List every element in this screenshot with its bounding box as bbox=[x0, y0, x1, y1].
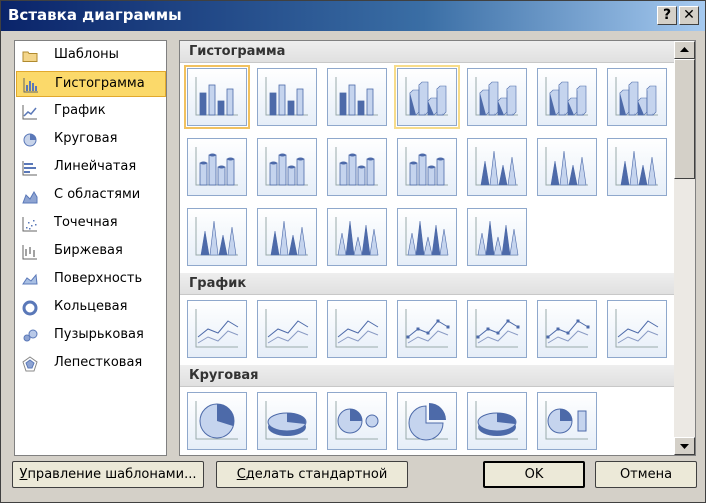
category-item-1[interactable]: Гистограмма bbox=[16, 71, 166, 97]
chart-subtype-thumbnail[interactable] bbox=[467, 300, 527, 358]
title-bar[interactable]: Вставка диаграммы ? ✕ bbox=[1, 1, 705, 31]
chart-subtype-gallery: Гистограмма График Круговая bbox=[179, 40, 696, 456]
category-label: Поверхность bbox=[54, 271, 143, 286]
help-button[interactable]: ? bbox=[657, 6, 677, 25]
category-item-10[interactable]: Пузырьковая bbox=[16, 323, 166, 349]
chart-subtype-thumbnail[interactable] bbox=[397, 138, 457, 196]
chart-subtype-thumbnail[interactable] bbox=[537, 300, 597, 358]
doughnut-chart-icon bbox=[22, 300, 38, 316]
category-label: График bbox=[54, 103, 106, 118]
section-title: График bbox=[189, 276, 247, 291]
surface-chart-icon bbox=[22, 272, 38, 288]
scatter-chart-icon bbox=[22, 216, 38, 232]
category-item-7[interactable]: Биржевая bbox=[16, 239, 166, 265]
chart-subtype-thumbnail[interactable] bbox=[187, 392, 247, 450]
bubble-chart-icon bbox=[22, 328, 38, 344]
category-item-4[interactable]: Линейчатая bbox=[16, 155, 166, 181]
category-label: Точечная bbox=[54, 215, 118, 230]
category-item-0[interactable]: Шаблоны bbox=[16, 43, 166, 69]
chart-subtype-thumbnail[interactable] bbox=[467, 68, 527, 126]
chart-subtype-thumbnail[interactable] bbox=[607, 68, 667, 126]
chart-subtype-thumbnail[interactable] bbox=[394, 65, 460, 129]
section-header: График bbox=[180, 273, 674, 295]
chart-subtype-thumbnail[interactable] bbox=[257, 138, 317, 196]
chart-category-list: Шаблоны Гистограмма График Круговая Линейчат… bbox=[14, 40, 167, 456]
chart-subtype-thumbnail[interactable] bbox=[257, 392, 317, 450]
gallery-scrollbar[interactable] bbox=[674, 41, 695, 455]
category-item-9[interactable]: Кольцевая bbox=[16, 295, 166, 321]
chart-subtype-thumbnail[interactable] bbox=[257, 300, 317, 358]
column-chart-icon bbox=[23, 77, 39, 93]
chart-subtype-thumbnail[interactable] bbox=[537, 392, 597, 450]
chart-subtype-thumbnail[interactable] bbox=[327, 300, 387, 358]
area-chart-icon bbox=[22, 188, 38, 204]
section-title: Круговая bbox=[189, 368, 259, 383]
category-item-5[interactable]: С областями bbox=[16, 183, 166, 209]
pie-chart-icon bbox=[22, 132, 38, 148]
chart-subtype-thumbnail[interactable] bbox=[607, 300, 667, 358]
chart-subtype-thumbnail[interactable] bbox=[327, 208, 387, 266]
section-header: Круговая bbox=[180, 365, 674, 387]
chart-subtype-thumbnail[interactable] bbox=[467, 138, 527, 196]
chart-subtype-thumbnail[interactable] bbox=[467, 392, 527, 450]
scroll-up-button[interactable] bbox=[674, 41, 695, 59]
chart-subtype-thumbnail[interactable] bbox=[187, 138, 247, 196]
section-title: Гистограмма bbox=[189, 44, 286, 59]
category-label: Шаблоны bbox=[54, 47, 119, 62]
chart-subtype-thumbnail[interactable] bbox=[397, 208, 457, 266]
chart-subtype-thumbnail[interactable] bbox=[327, 392, 387, 450]
category-item-2[interactable]: График bbox=[16, 99, 166, 125]
chart-subtype-thumbnail[interactable] bbox=[467, 208, 527, 266]
category-label: Линейчатая bbox=[54, 159, 137, 174]
chart-subtype-thumbnail[interactable] bbox=[187, 300, 247, 358]
bar-chart-icon bbox=[22, 160, 38, 176]
chart-subtype-thumbnail[interactable] bbox=[184, 65, 250, 129]
chart-subtype-thumbnail[interactable] bbox=[187, 208, 247, 266]
category-label: Кольцевая bbox=[54, 299, 128, 314]
chart-subtype-thumbnail[interactable] bbox=[607, 138, 667, 196]
scroll-down-button[interactable] bbox=[674, 437, 695, 455]
line-chart-icon bbox=[22, 104, 38, 120]
chart-subtype-thumbnail[interactable] bbox=[537, 138, 597, 196]
radar-chart-icon bbox=[22, 356, 38, 372]
manage-templates-button[interactable]: Управление шаблонами... bbox=[12, 461, 204, 488]
chart-subtype-thumbnail[interactable] bbox=[397, 392, 457, 450]
chart-subtype-thumbnail[interactable] bbox=[327, 138, 387, 196]
chart-subtype-thumbnail[interactable] bbox=[327, 68, 387, 126]
close-button[interactable]: ✕ bbox=[679, 6, 699, 25]
stock-chart-icon bbox=[22, 244, 38, 260]
cancel-button[interactable]: Отмена bbox=[595, 461, 697, 488]
category-label: Гистограмма bbox=[55, 76, 145, 91]
dialog-title: Вставка диаграммы bbox=[8, 6, 182, 24]
folder-icon bbox=[22, 48, 38, 64]
category-item-8[interactable]: Поверхность bbox=[16, 267, 166, 293]
scroll-thumb[interactable] bbox=[674, 59, 695, 179]
category-label: Пузырьковая bbox=[54, 327, 144, 342]
category-label: Круговая bbox=[54, 131, 118, 146]
chart-subtype-thumbnail[interactable] bbox=[397, 300, 457, 358]
category-label: Биржевая bbox=[54, 243, 123, 258]
category-item-3[interactable]: Круговая bbox=[16, 127, 166, 153]
chart-subtype-thumbnail[interactable] bbox=[537, 68, 597, 126]
category-item-11[interactable]: Лепестковая bbox=[16, 351, 166, 377]
ok-button[interactable]: OK bbox=[483, 461, 585, 488]
category-label: Лепестковая bbox=[54, 355, 143, 370]
section-header: Гистограмма bbox=[180, 41, 674, 63]
category-item-6[interactable]: Точечная bbox=[16, 211, 166, 237]
insert-chart-dialog: Вставка диаграммы ? ✕ Шаблоны Гистограмма… bbox=[0, 0, 706, 503]
chart-subtype-thumbnail[interactable] bbox=[257, 208, 317, 266]
set-as-default-button[interactable]: Сделать стандартной bbox=[216, 461, 408, 488]
gallery-content: Гистограмма График Круговая bbox=[180, 41, 674, 455]
category-label: С областями bbox=[54, 187, 141, 202]
chart-subtype-thumbnail[interactable] bbox=[257, 68, 317, 126]
